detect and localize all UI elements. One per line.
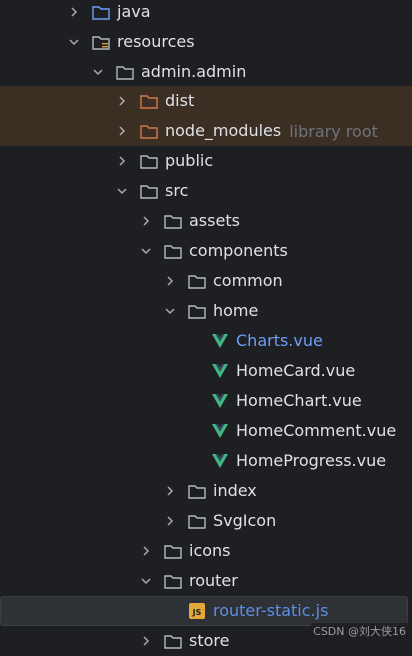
chevron-down-icon[interactable]: [162, 303, 178, 319]
chevron-right-icon[interactable]: [114, 93, 130, 109]
tree-item-label: node_modules: [165, 121, 282, 140]
tree-item-label: home: [213, 301, 259, 320]
chevron-right-icon[interactable]: [138, 213, 154, 229]
tree-item-router-static-js[interactable]: JS router-static.js: [0, 596, 408, 626]
tree-item-label: HomeComment.vue: [236, 421, 397, 440]
vue-file-icon: [211, 363, 229, 379]
tree-item-label: index: [213, 481, 257, 500]
source-folder-icon: [92, 4, 110, 20]
tree-item-label: resources: [117, 32, 195, 51]
tree-item-label: assets: [189, 211, 240, 230]
tree-item-label: icons: [189, 541, 231, 560]
tree-item-assets[interactable]: assets: [0, 206, 412, 236]
folder-icon: [188, 483, 206, 499]
folder-icon: [164, 213, 182, 229]
tree-item-homecomment-vue[interactable]: HomeComment.vue: [0, 416, 412, 446]
folder-icon: [188, 513, 206, 529]
tree-item-label: SvgIcon: [213, 511, 277, 530]
tree-item-icons[interactable]: icons: [0, 536, 412, 566]
folder-icon: [140, 183, 158, 199]
tree-item-label: router-static.js: [213, 601, 329, 620]
excluded-folder-icon: [140, 123, 158, 139]
tree-item-label: Charts.vue: [236, 331, 323, 350]
tree-item-public[interactable]: public: [0, 146, 412, 176]
tree-item-label: java: [117, 2, 151, 21]
tree-item-home[interactable]: home: [0, 296, 412, 326]
chevron-down-icon[interactable]: [138, 243, 154, 259]
tree-item-label: common: [213, 271, 283, 290]
folder-icon: [116, 64, 134, 80]
tree-item-label: admin.admin: [141, 62, 247, 81]
tree-item-label: src: [165, 181, 189, 200]
tree-item-label: public: [165, 151, 214, 170]
folder-icon: [164, 573, 182, 589]
chevron-down-icon[interactable]: [90, 64, 106, 80]
tree-item-svgicon[interactable]: SvgIcon: [0, 506, 412, 536]
excluded-folder-icon: [140, 93, 158, 109]
vue-file-icon: [211, 333, 229, 349]
folder-icon: [164, 633, 182, 649]
chevron-right-icon[interactable]: [138, 543, 154, 559]
folder-icon: [164, 543, 182, 559]
tree-item-homechart-vue[interactable]: HomeChart.vue: [0, 386, 412, 416]
folder-icon: [140, 153, 158, 169]
tree-item-label: router: [189, 571, 238, 590]
tree-item-homeprogress-vue[interactable]: HomeProgress.vue: [0, 446, 412, 476]
tree-item-label: HomeCard.vue: [236, 361, 356, 380]
tree-item-label: HomeProgress.vue: [236, 451, 387, 470]
folder-icon: [164, 243, 182, 259]
chevron-down-icon[interactable]: [138, 573, 154, 589]
folder-icon: [188, 273, 206, 289]
chevron-down-icon[interactable]: [114, 183, 130, 199]
chevron-right-icon[interactable]: [138, 633, 154, 649]
tree-item-node-modules[interactable]: node_modules library root: [0, 116, 412, 146]
tree-item-components[interactable]: components: [0, 236, 412, 266]
folder-icon: [188, 303, 206, 319]
chevron-right-icon[interactable]: [162, 483, 178, 499]
tree-item-charts-vue[interactable]: Charts.vue: [0, 326, 412, 356]
chevron-right-icon[interactable]: [162, 273, 178, 289]
library-root-hint: library root: [289, 121, 378, 141]
watermark: CSDN @刘大侠16: [311, 623, 408, 639]
javascript-file-icon: JS: [188, 603, 206, 619]
tree-item-admin-admin[interactable]: admin.admin: [0, 57, 412, 87]
chevron-right-icon[interactable]: [114, 123, 130, 139]
tree-item-homecard-vue[interactable]: HomeCard.vue: [0, 356, 412, 386]
tree-item-src[interactable]: src: [0, 176, 412, 206]
tree-item-label: store: [189, 631, 230, 650]
vue-file-icon: [211, 393, 229, 409]
chevron-right-icon[interactable]: [66, 4, 82, 20]
tree-item-dist[interactable]: dist: [0, 86, 412, 116]
tree-item-label: dist: [165, 91, 195, 110]
chevron-right-icon[interactable]: [162, 513, 178, 529]
tree-item-label: HomeChart.vue: [236, 391, 362, 410]
vue-file-icon: [211, 453, 229, 469]
chevron-right-icon[interactable]: [114, 153, 130, 169]
tree-item-resources[interactable]: resources: [0, 27, 412, 57]
tree-item-java[interactable]: java: [0, 0, 412, 27]
chevron-down-icon[interactable]: [66, 34, 82, 50]
resources-folder-icon: [92, 34, 110, 50]
svg-text:JS: JS: [192, 608, 202, 617]
tree-item-index[interactable]: index: [0, 476, 412, 506]
tree-item-label: components: [189, 241, 288, 260]
tree-item-common[interactable]: common: [0, 266, 412, 296]
vue-file-icon: [211, 423, 229, 439]
tree-item-router[interactable]: router: [0, 566, 412, 596]
